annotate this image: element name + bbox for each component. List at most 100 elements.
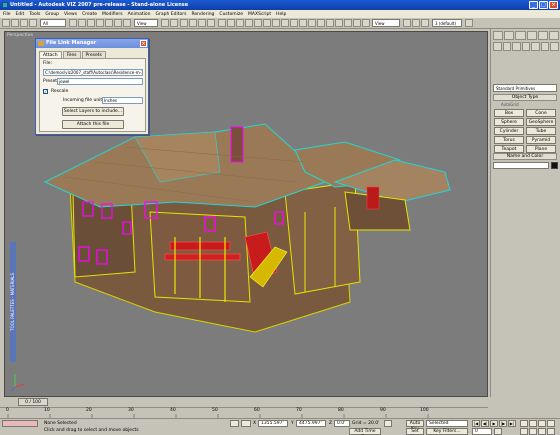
menu-file[interactable]: File [3,12,11,17]
rect-selection-icon[interactable] [87,19,95,27]
named-selection-icon[interactable] [218,19,226,27]
cylinder-button[interactable]: Cylinder [494,127,524,135]
radiosity-icon[interactable] [353,19,361,27]
zoom-extents-icon[interactable] [538,420,546,427]
move-icon[interactable] [105,19,113,27]
environment-icon[interactable] [317,19,325,27]
spinner-snap-icon[interactable] [207,19,215,27]
curve-editor-icon[interactable] [254,19,262,27]
scale-icon[interactable] [123,19,131,27]
minimize-button[interactable]: _ [529,1,538,9]
render-last-icon[interactable] [412,19,420,27]
teapot-button[interactable]: Teapot [494,145,524,153]
pyramid-button[interactable]: Pyramid [526,136,556,144]
zoom-icon[interactable] [520,420,528,427]
menu-edit[interactable]: Edit [16,12,25,17]
box-button[interactable]: Box [494,109,524,117]
name-and-color-rollout[interactable]: Name and Color [493,153,557,160]
hierarchy-tab-icon[interactable] [515,31,526,40]
select-layers-button[interactable]: Select Layers to include... [62,107,124,116]
auto-key-button[interactable]: Auto Key [406,420,424,432]
percent-snap-icon[interactable] [198,19,206,27]
dialog-title-bar[interactable]: File Link Manager × [36,39,148,48]
menu-modifiers[interactable]: Modifiers [102,12,123,17]
menu-rendering[interactable]: Rendering [191,12,214,17]
menu-group[interactable]: Group [45,12,59,17]
zoom-extents-all-icon[interactable] [547,420,555,427]
previous-frame-icon[interactable]: ◀| [481,420,489,427]
utilities-tab-icon[interactable] [548,31,560,40]
display-tab-icon[interactable] [537,31,548,40]
select-icon[interactable] [69,19,77,27]
link-icon[interactable] [20,19,28,27]
object-type-rollout[interactable]: Object Type [493,94,557,101]
render-setup-icon[interactable] [281,19,289,27]
autogrid-label[interactable]: AutoGrid [501,102,519,107]
x-coordinate-field[interactable]: 1355.597' [258,420,288,427]
ref-coord-dropdown[interactable]: View [134,19,158,27]
next-frame-icon[interactable]: |▶ [499,420,507,427]
cone-button[interactable]: Cone [526,109,556,117]
manipulate-icon[interactable] [170,19,178,27]
helpers-icon[interactable] [531,42,540,51]
maxscript-listener[interactable] [2,420,38,427]
lock-selection-icon[interactable] [230,420,239,427]
render-frame-icon[interactable] [290,19,298,27]
spacewarps-icon[interactable] [540,42,550,51]
close-button[interactable]: × [549,1,558,9]
object-color-swatch[interactable] [551,162,558,169]
render-type-icon[interactable] [308,19,316,27]
select-by-name-icon[interactable] [78,19,86,27]
menu-customize[interactable]: Customize [219,12,243,17]
maximize-button[interactable]: □ [539,1,548,9]
effects-icon[interactable] [326,19,334,27]
tube-button[interactable]: Tube [526,127,556,135]
torus-button[interactable]: Torus [494,136,524,144]
menu-tools[interactable]: Tools [29,12,40,17]
render-preset-dropdown[interactable]: 3 (default) [432,19,462,27]
key-icon[interactable] [384,420,392,427]
absolute-mode-icon[interactable] [241,420,251,427]
undo-icon[interactable] [2,19,10,27]
mirror-icon[interactable] [227,19,235,27]
play-icon[interactable]: ▶ [490,420,498,427]
y-coordinate-field[interactable]: 4475.997' [296,420,326,427]
menu-maxscript[interactable]: MAXScript [248,12,271,17]
tool-palette-strip[interactable]: TOOL PALETTES - MATERIALS [10,242,16,362]
menu-animation[interactable]: Animation [128,12,151,17]
attach-file-button[interactable]: Attach this file [62,120,124,129]
create-tab-icon[interactable] [493,31,504,40]
geosphere-button[interactable]: GeoSphere [526,118,556,126]
fov-icon[interactable] [520,428,528,435]
lights-icon[interactable] [512,42,521,51]
layer-manager-icon[interactable] [245,19,253,27]
key-filters-button[interactable]: Key Filters... [426,428,468,435]
set-key-button[interactable]: Set Key [406,428,424,435]
angle-snap-icon[interactable] [189,19,197,27]
z-coordinate-field[interactable]: 0.0' [334,420,350,427]
key-mode-dropdown[interactable]: Selected [426,420,468,427]
menu-help[interactable]: Help [276,12,286,17]
zoom-all-icon[interactable] [529,420,537,427]
object-name-input[interactable] [493,162,549,169]
material-editor-icon[interactable] [272,19,280,27]
snap-icon[interactable] [180,19,188,27]
category-dropdown[interactable]: Standard Primitives [493,84,557,92]
incoming-units-dropdown[interactable]: Inches [102,97,143,104]
plane-button[interactable]: Plane [526,145,556,153]
unlink-icon[interactable] [29,19,37,27]
menu-create[interactable]: Create [82,12,97,17]
time-config-icon[interactable] [494,428,502,435]
add-time-tag-button[interactable]: Add Time Tag [349,428,381,435]
menu-graph-editors[interactable]: Graph Editors [156,12,187,17]
quick-render-icon[interactable] [299,19,307,27]
align-icon[interactable] [236,19,244,27]
pivot-icon[interactable] [161,19,169,27]
trackbar[interactable]: 0 10 20 30 40 50 60 70 80 90 100 [0,407,488,418]
shapes-icon[interactable] [502,42,512,51]
daylight-icon[interactable] [344,19,352,27]
sphere-button[interactable]: Sphere [494,118,524,126]
teapot-render-icon[interactable] [465,19,473,27]
menu-views[interactable]: Views [64,12,77,17]
goto-end-icon[interactable]: ▶| [508,420,516,427]
